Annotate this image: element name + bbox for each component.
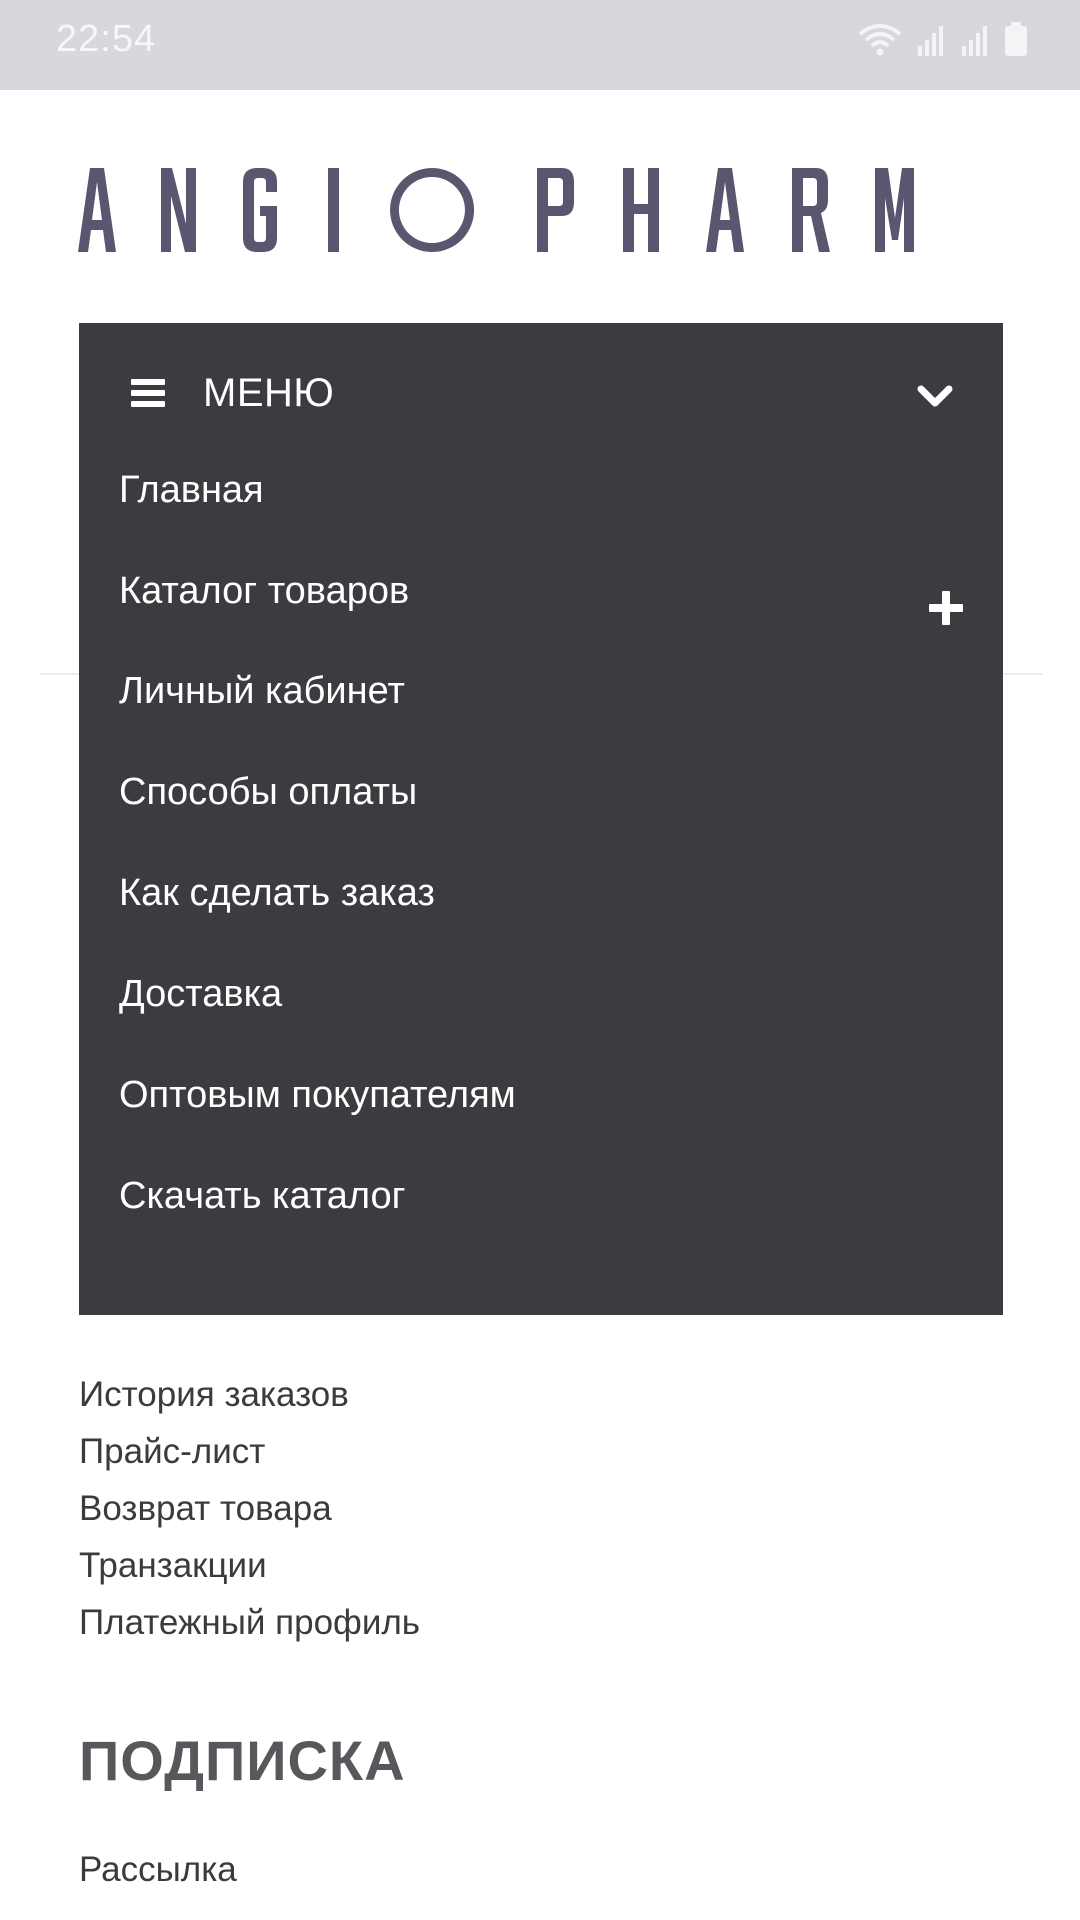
menu-item-label: Способы оплаты: [119, 771, 418, 813]
menu-title: МЕНЮ: [203, 371, 335, 415]
menu-item-delivery[interactable]: Доставка: [119, 954, 963, 1034]
menu-item-label: Главная: [119, 469, 264, 511]
menu-item-download-catalog[interactable]: Скачать каталог: [119, 1156, 963, 1236]
menu-item-home[interactable]: Главная: [119, 450, 963, 530]
status-time: 22:54: [56, 18, 157, 60]
battery-icon: [1004, 22, 1028, 56]
angiopharm-logo[interactable]: [78, 168, 914, 254]
menu-item-payment[interactable]: Способы оплаты: [119, 752, 963, 832]
main-menu: МЕНЮ Главная Каталог товаров Личный каби…: [79, 323, 1003, 1315]
order-history-link[interactable]: История заказов: [79, 1366, 420, 1423]
returns-link[interactable]: Возврат товара: [79, 1480, 420, 1537]
status-icons: [858, 22, 1028, 56]
menu-item-label: Личный кабинет: [119, 670, 405, 712]
chevron-down-icon: [915, 377, 955, 417]
wifi-icon: [858, 22, 902, 56]
plus-icon[interactable]: [929, 573, 963, 625]
status-bar: 22:54: [0, 0, 1080, 90]
signal-icon: [916, 24, 946, 56]
account-links: История заказов Прайс-лист Возврат товар…: [79, 1366, 420, 1651]
menu-item-label: Как сделать заказ: [119, 872, 435, 914]
hamburger-icon: [131, 379, 165, 407]
menu-item-label: Каталог товаров: [119, 570, 410, 612]
menu-item-wholesale[interactable]: Оптовым покупателям: [119, 1055, 963, 1135]
subscription-heading: ПОДПИСКА: [79, 1729, 406, 1792]
menu-item-label: Доставка: [119, 973, 283, 1015]
menu-toggle[interactable]: МЕНЮ: [79, 323, 1003, 463]
payment-profile-link[interactable]: Платежный профиль: [79, 1594, 420, 1651]
newsletter-link[interactable]: Рассылка: [79, 1850, 237, 1890]
menu-item-how-to-order[interactable]: Как сделать заказ: [119, 853, 963, 933]
signal-icon: [960, 24, 990, 56]
price-list-link[interactable]: Прайс-лист: [79, 1423, 420, 1480]
menu-item-account[interactable]: Личный кабинет: [119, 651, 963, 731]
menu-item-label: Оптовым покупателям: [119, 1074, 516, 1116]
menu-item-label: Скачать каталог: [119, 1175, 406, 1217]
menu-item-catalog[interactable]: Каталог товаров: [119, 551, 963, 631]
transactions-link[interactable]: Транзакции: [79, 1537, 420, 1594]
